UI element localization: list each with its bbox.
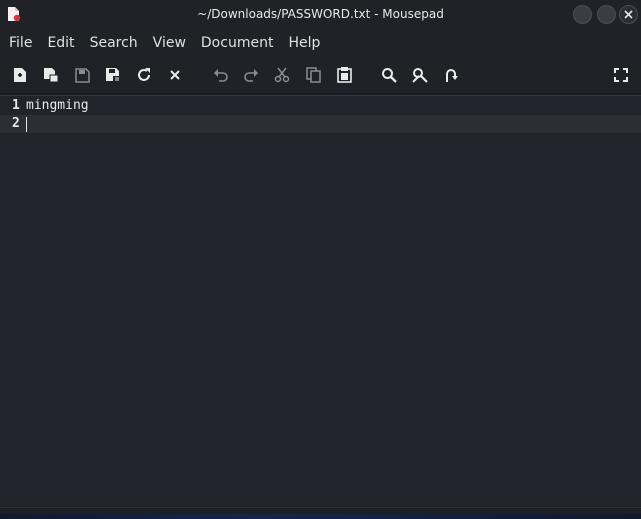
paste-icon [336,67,352,83]
cut-icon [274,67,290,83]
menu-search[interactable]: Search [81,35,138,51]
new-window-icon [44,68,59,83]
reload-button[interactable] [135,66,153,84]
menu-file[interactable]: File [0,35,32,51]
minimize-button[interactable] [573,5,592,24]
copy-button[interactable] [304,66,322,84]
redo-button[interactable] [242,66,260,84]
new-window-button[interactable] [42,66,60,84]
text-editor[interactable]: 1 mingming 2 [0,95,641,507]
close-document-icon [170,70,180,80]
line-number-gutter [0,96,24,507]
find-button[interactable] [380,66,398,84]
new-document-button[interactable] [11,66,29,84]
redo-icon [244,69,258,82]
undo-button[interactable] [212,66,230,84]
fullscreen-button[interactable] [612,66,630,84]
editor-line-current[interactable]: 2 [0,115,641,133]
toolbar [0,57,641,93]
cut-button[interactable] [273,66,291,84]
desktop-taskbar-edge [0,514,641,519]
line-number: 2 [12,116,20,131]
title-bar: ~/Downloads/PASSWORD.txt - Mousepad [0,0,641,29]
text-cursor [26,117,27,132]
menu-help[interactable]: Help [279,35,320,51]
save-button[interactable] [73,66,91,84]
menu-view[interactable]: View [144,35,186,51]
go-to-line-button[interactable] [442,66,460,84]
find-replace-icon [412,68,428,83]
reload-icon [138,68,150,81]
menu-document[interactable]: Document [192,35,274,51]
save-as-icon [106,68,120,82]
close-document-button[interactable] [166,66,184,84]
save-icon [74,67,90,83]
fullscreen-icon [614,68,628,82]
line-text[interactable]: mingming [26,97,89,115]
close-window-button[interactable] [619,5,638,24]
copy-icon [305,67,321,83]
line-number: 1 [12,98,20,113]
maximize-button[interactable] [597,5,616,24]
menu-bar: File Edit Search View Document Help [0,29,641,57]
go-to-line-icon [446,69,458,82]
editor-line[interactable]: 1 mingming [0,97,641,115]
find-replace-button[interactable] [411,66,429,84]
new-document-icon [14,68,26,82]
close-icon [624,10,633,19]
menu-edit[interactable]: Edit [38,35,74,51]
save-as-button[interactable] [104,66,122,84]
undo-icon [214,69,228,82]
find-icon [382,68,397,83]
window-title: ~/Downloads/PASSWORD.txt - Mousepad [197,7,444,21]
paste-button[interactable] [335,66,353,84]
